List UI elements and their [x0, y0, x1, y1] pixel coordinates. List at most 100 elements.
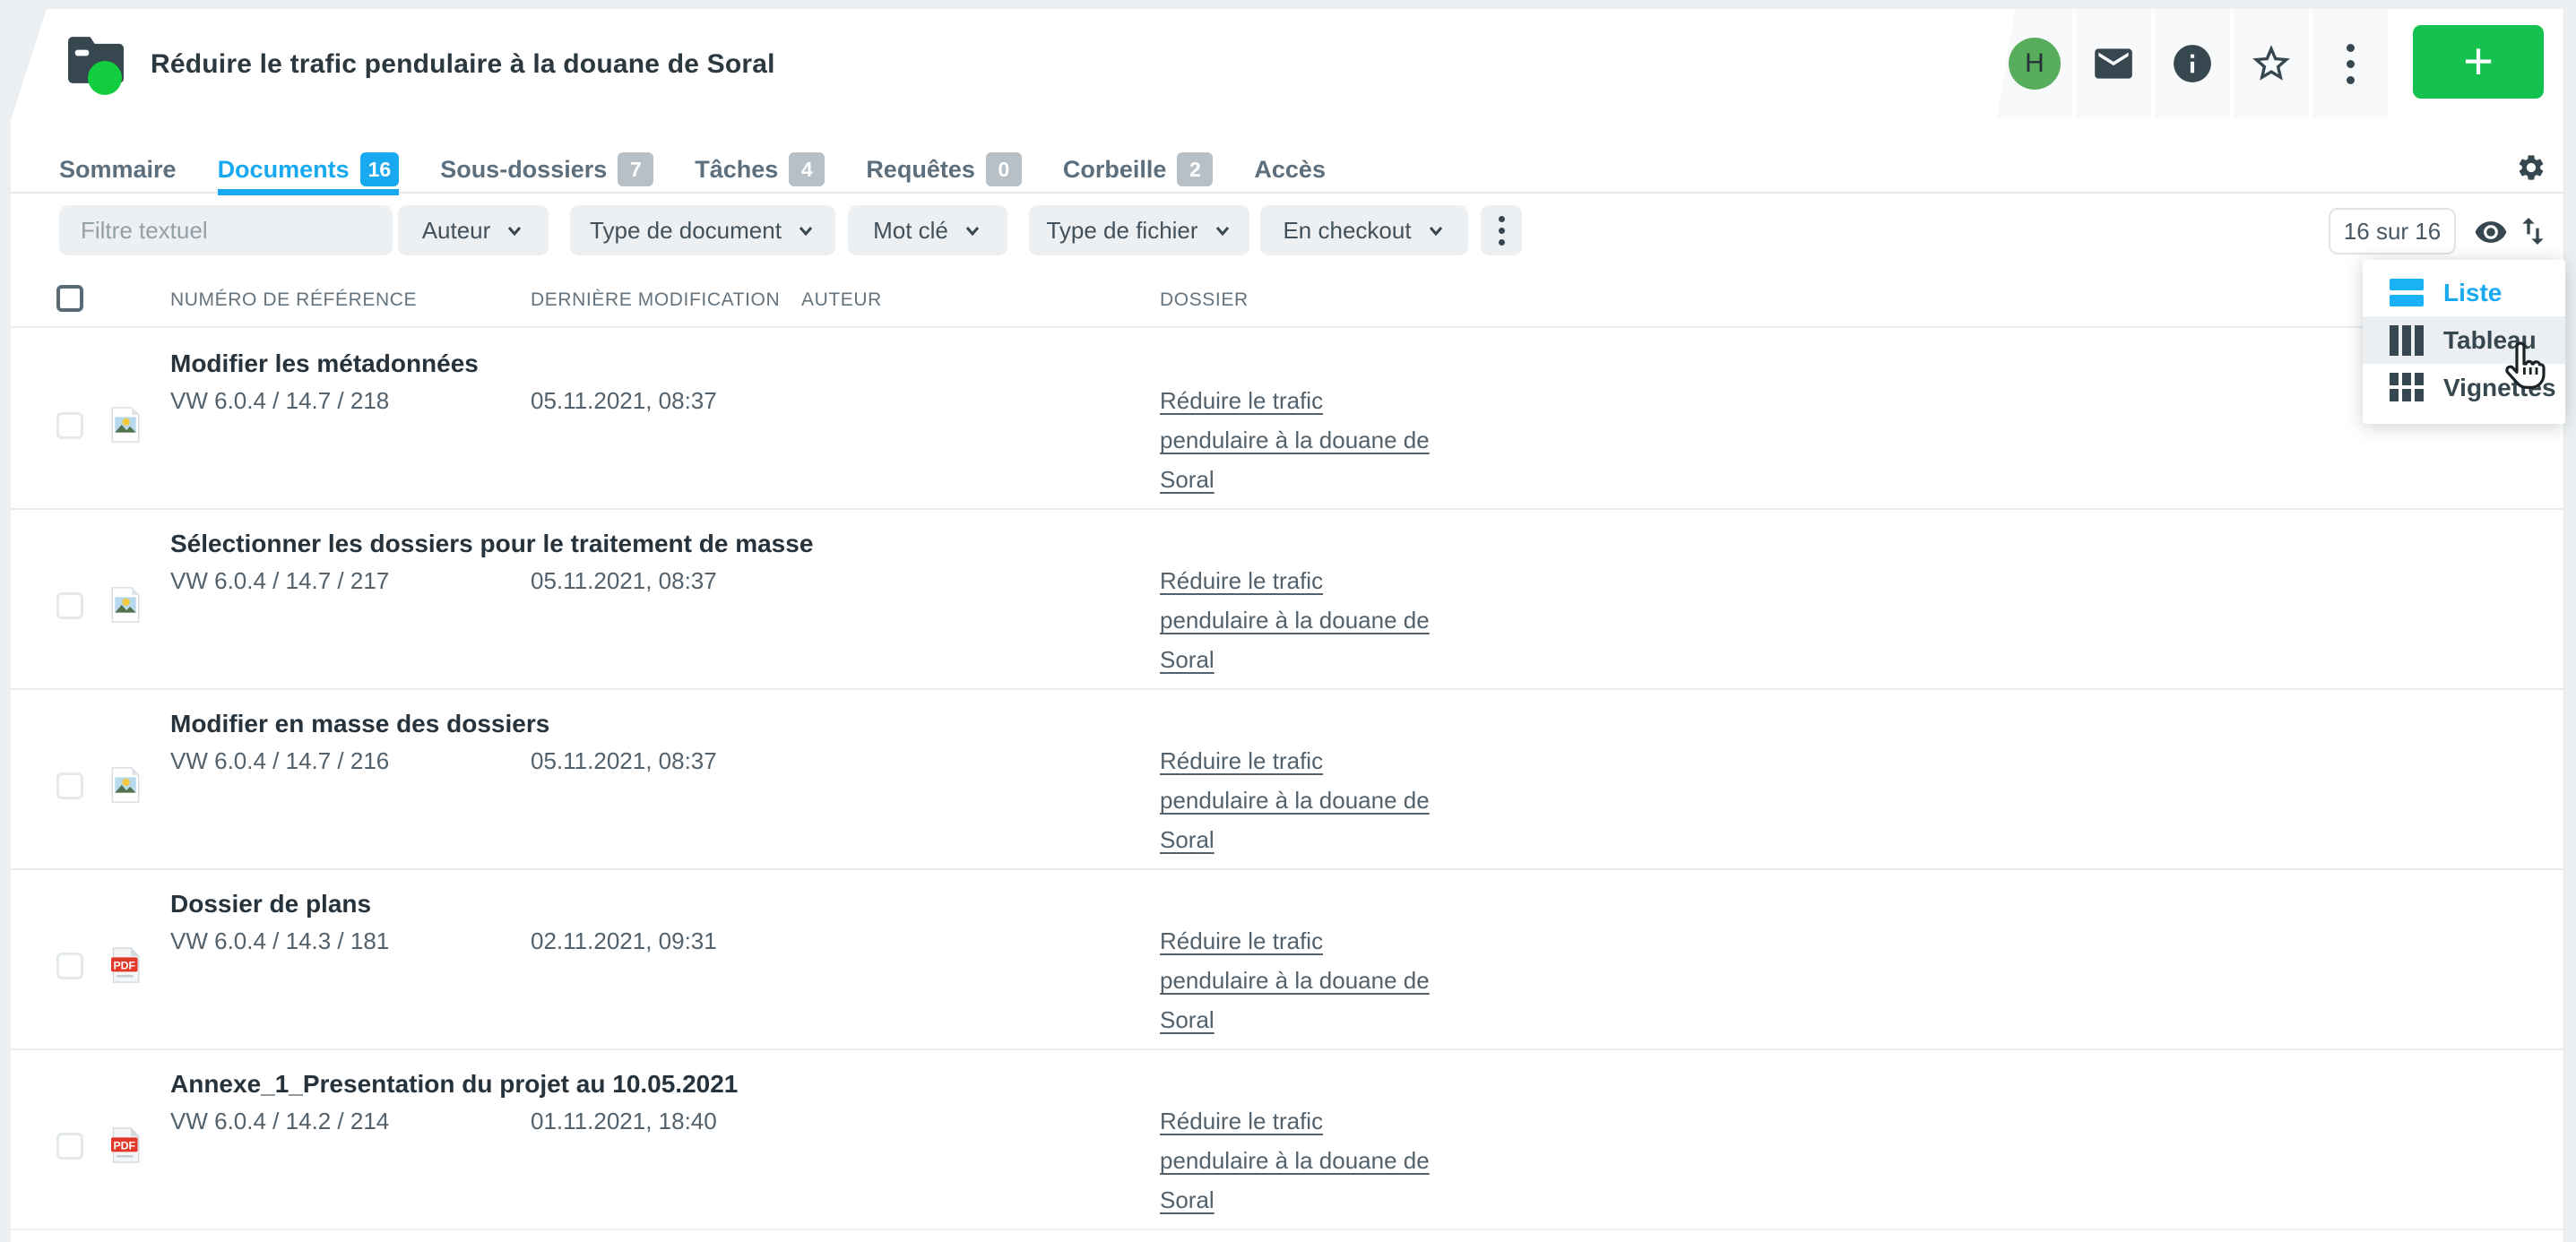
folder-link[interactable]: Réduire le trafic pendulaire à la douane…: [1160, 921, 1438, 1039]
chevron-down-icon: [1213, 220, 1232, 240]
row-checkbox[interactable]: [56, 592, 83, 619]
tab-sous-dossiers[interactable]: Sous-dossiers 7: [440, 145, 653, 194]
tab-label: Tâches: [695, 156, 778, 184]
tab-corbeille[interactable]: Corbeille 2: [1063, 145, 1214, 194]
row-checkbox[interactable]: [56, 953, 83, 979]
mail-button[interactable]: [2076, 9, 2151, 118]
sort-order-button[interactable]: [2515, 213, 2551, 249]
document-reference: VW 6.0.4 / 14.7 / 217: [170, 567, 389, 595]
pdf-file-icon: PDF: [111, 947, 140, 983]
filter-type-de-fichier[interactable]: Type de fichier: [1029, 205, 1249, 255]
table-header: NUMÉRO DE RÉFÉRENCE DERNIÈRE MODIFICATIO…: [11, 278, 2563, 328]
tab-requetes[interactable]: Requêtes 0: [866, 145, 1022, 194]
menu-item-liste[interactable]: Liste: [2363, 269, 2565, 316]
folder-link[interactable]: Réduire le trafic pendulaire à la douane…: [1160, 741, 1438, 859]
row-checkbox[interactable]: [56, 772, 83, 799]
filter-label: Type de fichier: [1046, 217, 1197, 245]
user-avatar[interactable]: H: [1997, 9, 2072, 118]
document-title[interactable]: Sélectionner les dossiers pour le traite…: [170, 530, 813, 558]
page-header: Réduire le trafic pendulaire à la douane…: [68, 36, 775, 93]
star-icon: [2249, 41, 2294, 86]
tab-sommaire[interactable]: Sommaire: [59, 145, 177, 194]
page-title: Réduire le trafic pendulaire à la douane…: [151, 49, 775, 80]
document-modified: 05.11.2021, 08:37: [531, 387, 717, 415]
menu-item-label: Liste: [2443, 279, 2502, 307]
tab-label: Sous-dossiers: [440, 156, 607, 184]
svg-text:PDF: PDF: [113, 959, 135, 971]
status-dot-icon: [88, 61, 122, 95]
add-button[interactable]: +: [2413, 25, 2544, 99]
folder-icon: [68, 36, 127, 93]
info-button[interactable]: [2155, 9, 2230, 118]
sort-arrows-icon: [2515, 213, 2551, 249]
visibility-button[interactable]: [2474, 215, 2508, 249]
result-count-button[interactable]: 16 sur 16: [2329, 208, 2456, 254]
filter-mot-cle[interactable]: Mot clé: [848, 205, 1007, 255]
gear-icon: [2516, 152, 2546, 183]
column-header-reference: NUMÉRO DE RÉFÉRENCE: [170, 289, 417, 311]
list-item: PDF Annexe_1_Presentation du projet au 1…: [11, 1050, 2563, 1230]
table-view-icon: [2390, 325, 2424, 356]
tab-taches[interactable]: Tâches 4: [695, 145, 825, 194]
document-title[interactable]: Dossier de plans: [170, 890, 371, 919]
document-reference: VW 6.0.4 / 14.3 / 181: [170, 927, 389, 955]
tab-count-badge: 0: [986, 152, 1022, 186]
kebab-menu-icon: [2347, 44, 2355, 84]
tab-count-badge: 16: [360, 152, 400, 186]
list-view-icon: [2390, 278, 2424, 308]
tab-count-badge: 7: [618, 152, 653, 186]
filter-label: Mot clé: [873, 217, 948, 245]
list-item: PDF Modifier en masse des dossiers VW 6.…: [11, 690, 2563, 870]
column-header-folder: DOSSIER: [1160, 289, 1249, 311]
svg-text:PDF: PDF: [113, 1139, 135, 1151]
document-reference: VW 6.0.4 / 14.7 / 218: [170, 387, 389, 415]
document-title[interactable]: Annexe_1_Presentation du projet au 10.05…: [170, 1070, 738, 1099]
plus-icon: +: [2463, 36, 2494, 88]
folder-link[interactable]: Réduire le trafic pendulaire à la douane…: [1160, 1101, 1438, 1220]
folder-link[interactable]: Réduire le trafic pendulaire à la douane…: [1160, 561, 1438, 679]
menu-item-tableau[interactable]: Tableau: [2363, 316, 2565, 364]
list-item: PDF Modifier les métadonnées VW 6.0.4 / …: [11, 330, 2563, 510]
text-filter-input[interactable]: [59, 205, 393, 255]
select-all-checkbox[interactable]: [56, 285, 83, 312]
pdf-file-icon: PDF: [111, 1127, 140, 1163]
slanted-corner-decoration: [11, 9, 47, 120]
tab-label: Accès: [1254, 156, 1326, 184]
image-file-icon: PDF: [111, 407, 140, 443]
menu-item-vignettes[interactable]: Vignettes: [2363, 364, 2565, 411]
tab-label: Sommaire: [59, 156, 177, 184]
list-item: PDF Dossier de plans VW 6.0.4 / 14.3 / 1…: [11, 870, 2563, 1050]
thumbnails-view-icon: [2390, 373, 2424, 403]
kebab-menu-icon: [1499, 216, 1505, 246]
more-actions-button[interactable]: [2312, 9, 2388, 118]
list-item: PDF Sélectionner les dossiers pour le tr…: [11, 510, 2563, 690]
tab-count-badge: 2: [1177, 152, 1213, 186]
tab-label: Corbeille: [1063, 156, 1167, 184]
tab-label: Requêtes: [866, 156, 975, 184]
document-modified: 01.11.2021, 18:40: [531, 1108, 717, 1135]
row-checkbox[interactable]: [56, 1133, 83, 1160]
header-toolbar: H: [1997, 9, 2388, 118]
document-title[interactable]: Modifier en masse des dossiers: [170, 710, 549, 738]
filter-type-de-document[interactable]: Type de document: [570, 205, 835, 255]
menu-item-label: Vignettes: [2443, 374, 2556, 402]
menu-item-label: Tableau: [2443, 326, 2537, 355]
favorite-button[interactable]: [2234, 9, 2309, 118]
filter-more-button[interactable]: [1481, 205, 1522, 255]
chevron-down-icon: [505, 220, 524, 240]
column-header-author: AUTEUR: [801, 289, 882, 311]
folder-link[interactable]: Réduire le trafic pendulaire à la douane…: [1160, 381, 1438, 499]
filter-auteur[interactable]: Auteur: [398, 205, 549, 255]
tab-acces[interactable]: Accès: [1254, 145, 1326, 194]
settings-button[interactable]: [2515, 152, 2547, 185]
row-checkbox[interactable]: [56, 412, 83, 439]
mail-icon: [2091, 41, 2136, 86]
document-title[interactable]: Modifier les métadonnées: [170, 349, 479, 378]
chevron-down-icon: [796, 220, 816, 240]
info-icon: [2170, 41, 2215, 86]
document-reference: VW 6.0.4 / 14.7 / 216: [170, 747, 389, 775]
tab-documents[interactable]: Documents 16: [218, 145, 400, 194]
filter-en-checkout[interactable]: En checkout: [1260, 205, 1468, 255]
filter-label: Auteur: [422, 217, 491, 245]
document-modified: 02.11.2021, 09:31: [531, 927, 717, 955]
